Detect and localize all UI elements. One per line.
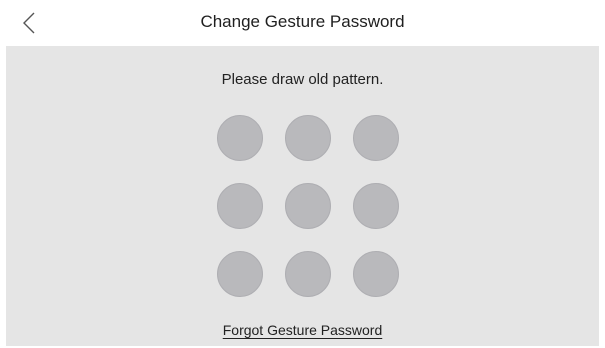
gesture-panel: Please draw old pattern. Forgot Gesture … (6, 46, 599, 346)
pattern-dot-8[interactable] (285, 251, 331, 297)
pattern-dot-6[interactable] (353, 183, 399, 229)
pattern-dot-3[interactable] (353, 115, 399, 161)
header-bar: Change Gesture Password (0, 0, 605, 44)
instruction-text: Please draw old pattern. (221, 71, 384, 88)
page-title: Change Gesture Password (200, 12, 405, 31)
pattern-dot-7[interactable] (217, 251, 263, 297)
pattern-dot-4[interactable] (217, 183, 263, 229)
pattern-dot-9[interactable] (353, 251, 399, 297)
pattern-dot-5[interactable] (285, 183, 331, 229)
forgot-password-link[interactable]: Forgot Gesture Password (6, 322, 599, 338)
pattern-dot-1[interactable] (217, 115, 263, 161)
pattern-grid[interactable] (217, 115, 401, 299)
pattern-dot-2[interactable] (285, 115, 331, 161)
